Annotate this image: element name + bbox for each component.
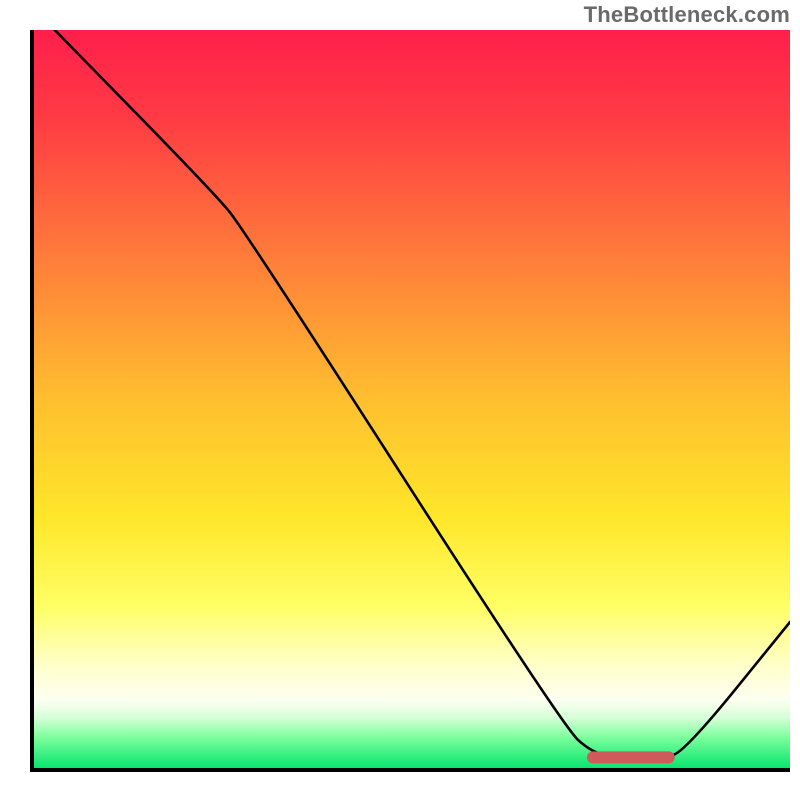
- gradient-background: [32, 30, 790, 770]
- bottleneck-chart: [0, 0, 800, 800]
- chart-container: TheBottleneck.com: [0, 0, 800, 800]
- watermark-label: TheBottleneck.com: [584, 2, 790, 28]
